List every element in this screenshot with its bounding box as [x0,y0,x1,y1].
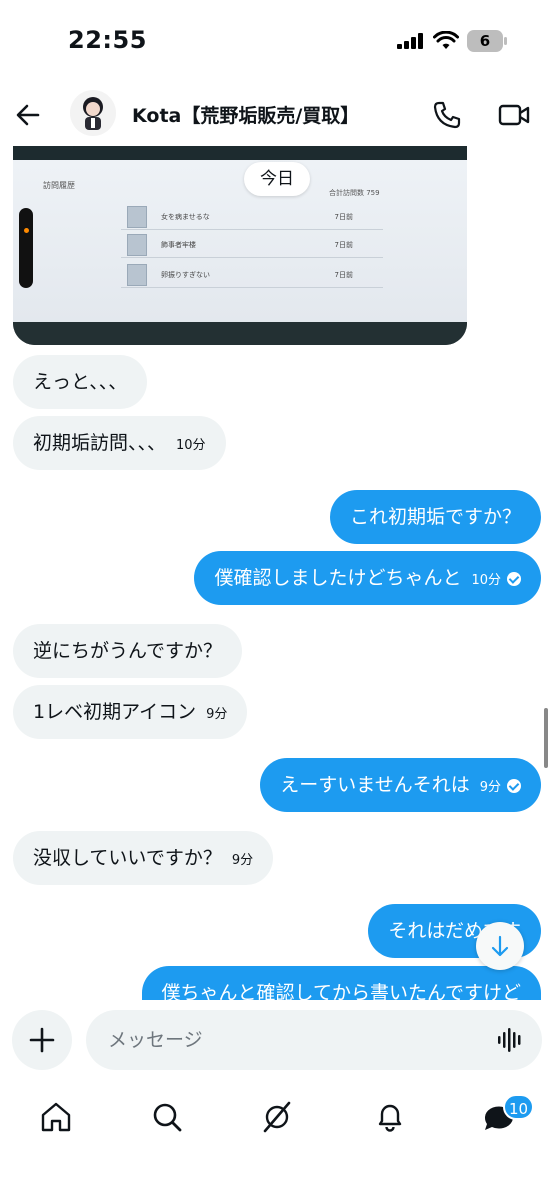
message-bubble-incoming[interactable]: 初期垢訪問、、、 10分 [13,416,226,470]
screenshot-side-dot [24,228,29,233]
image-attachment[interactable]: 訪問履歴 合計訪問数 759 女を病ませるな 7日前 飾事者牢楼 7日前 卵振り… [13,146,467,345]
avatar[interactable] [70,90,116,136]
message-text: 1レベ初期アイコン [33,701,197,723]
status-time: 22:55 [68,26,147,54]
screenshot-side-bar [19,208,33,288]
screenshot-bottom-bar [13,322,467,345]
message-text: 僕確認しましたけどちゃんと [214,567,462,589]
screenshot-row-name: 女を病ませるな [161,213,210,221]
back-arrow-icon[interactable] [14,101,42,129]
message-text: 僕ちゃんと確認してから書いたんですけど [161,982,521,1000]
cellular-signal-icon [397,33,423,49]
message-text: えっと、、、 [33,371,128,393]
wifi-icon [433,31,459,49]
message-time: 10分 [176,438,206,453]
screenshot-row: 卵振りすぎない 7日前 [121,262,383,288]
read-check-icon [507,779,521,793]
scroll-to-bottom-button[interactable] [476,922,524,970]
message-bubble-incoming[interactable]: 没収していいですか？ 9分 [13,831,274,885]
message-bubble-outgoing[interactable]: 僕確認しましたけどちゃんと 10分 [194,551,541,605]
scrollbar-thumb[interactable] [544,708,548,768]
screenshot-row-days: 7日前 [334,241,353,249]
message-text: 没収していいですか？ [33,847,222,869]
screenshot-row: 飾事者牢楼 7日前 [121,232,383,258]
add-attachment-button[interactable] [12,1010,72,1070]
bottom-tab-bar [0,1080,554,1200]
message-clip: 僕ちゃんと確認してから書いたんですけど [100,966,541,1000]
avatar-image [83,97,103,130]
message-text: 初期垢訪問、、、 [33,432,167,454]
message-time: 9分 [479,780,501,795]
message-text: えーすいませんそれは [280,774,470,796]
screenshot-row: 女を病ませるな 7日前 [121,204,383,230]
video-call-icon[interactable] [498,101,530,129]
message-time: 9分 [206,707,228,722]
screenshot-row-name: 卵振りすぎない [161,271,210,279]
message-time: 9分 [231,853,254,868]
message-text: これ初期垢ですか？ [349,506,521,528]
message-bubble-outgoing[interactable]: これ初期垢ですか？ [329,490,541,544]
message-bubble-outgoing[interactable]: えーすいませんそれは 9分 [260,758,541,812]
search-icon[interactable] [150,1100,184,1134]
contact-name[interactable]: Kota【荒野垢販売/買取】 [132,101,359,128]
message-time: 10分 [471,573,501,588]
message-bubble-incoming[interactable]: 1レベ初期アイコン 9分 [13,685,248,739]
screenshot-row-name: 飾事者牢楼 [161,241,196,249]
message-bubble-outgoing[interactable]: 僕ちゃんと確認してから書いたんですけど [141,966,541,1000]
status-bar: 22:55 6 [0,0,554,84]
screenshot-row-days: 7日前 [334,213,353,221]
screenshot-title: 訪問履歴 [43,181,75,190]
screenshot-row-days: 7日前 [334,271,353,279]
battery-icon: 6 [467,30,507,52]
home-icon[interactable] [39,1100,73,1134]
phone-icon[interactable] [432,100,462,130]
message-bubble-incoming[interactable]: えっと、、、 [13,355,148,409]
screenshot-total: 合計訪問数 759 [329,189,380,197]
arrow-down-icon [491,935,509,957]
message-text: 逆にちがうんですか？ [33,640,223,662]
message-input[interactable] [86,1010,542,1070]
conversation-header: Kota【荒野垢販売/買取】 [0,84,554,146]
date-divider: 今日 [244,162,310,196]
grok-icon[interactable] [260,1100,294,1134]
message-composer [0,1000,554,1080]
voice-waveform-icon[interactable] [497,1028,525,1052]
notifications-icon[interactable] [373,1100,407,1134]
battery-level: 6 [479,32,491,50]
plus-icon [29,1027,55,1053]
message-bubble-incoming[interactable]: 逆にちがうんですか？ [13,624,243,678]
messages-badge: 10 [503,1094,535,1120]
read-check-icon [507,572,521,586]
